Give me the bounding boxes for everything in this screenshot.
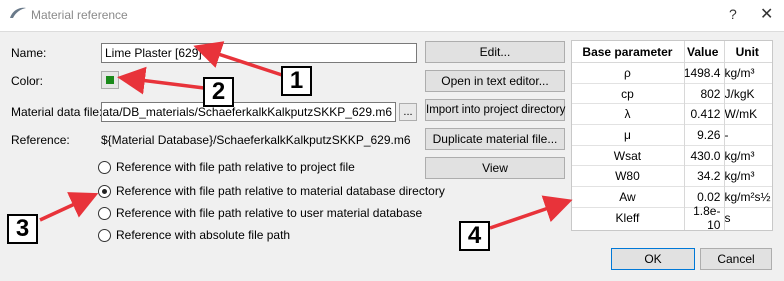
param-unit: kg/m³ bbox=[724, 148, 755, 163]
param-name: Aw bbox=[619, 189, 636, 204]
param-value: 1498.4 bbox=[683, 65, 721, 80]
column-divider bbox=[684, 41, 685, 230]
annotation-marker-3: 3 bbox=[7, 214, 38, 244]
duplicate-material-button[interactable]: Duplicate material file... bbox=[425, 128, 565, 150]
reference-value: ${Material Database}/SchaeferkalkKalkput… bbox=[101, 133, 411, 147]
param-value: 0.412 bbox=[690, 107, 721, 122]
table-row: μ 9.26 - bbox=[572, 125, 772, 146]
param-name: ρ bbox=[624, 65, 631, 80]
help-button[interactable]: ? bbox=[729, 6, 737, 22]
param-name: μ bbox=[623, 127, 631, 142]
radio-label: Reference with file path relative to mat… bbox=[116, 184, 445, 198]
radio-indicator bbox=[98, 160, 111, 174]
browse-button[interactable]: ... bbox=[399, 103, 417, 121]
param-value: 1.8e-10 bbox=[693, 204, 721, 233]
param-unit: J/kgK bbox=[724, 86, 755, 101]
radio-relative-project[interactable]: Reference with file path relative to pro… bbox=[98, 160, 355, 174]
material-data-file-value: n6_git/data/DB_materials/SchaeferkalkKal… bbox=[102, 105, 392, 119]
param-unit: kg/m³ bbox=[724, 65, 755, 80]
ok-button[interactable]: OK bbox=[611, 248, 695, 270]
table-row: Kleff 1.8e-10 s bbox=[572, 204, 772, 232]
cancel-button[interactable]: Cancel bbox=[700, 248, 772, 270]
radio-absolute-path[interactable]: Reference with absolute file path bbox=[98, 228, 290, 242]
name-input[interactable]: Lime Plaster [629] bbox=[101, 43, 417, 63]
param-unit: kg/m²s½ bbox=[724, 189, 771, 204]
param-unit: kg/m³ bbox=[724, 169, 755, 184]
param-name: λ bbox=[624, 107, 631, 122]
param-value: 0.02 bbox=[697, 189, 721, 204]
header-unit: Unit bbox=[735, 44, 759, 59]
table-row: cp 802 J/kgK bbox=[572, 84, 772, 105]
radio-label: Reference with absolute file path bbox=[116, 228, 291, 242]
param-name: W80 bbox=[615, 169, 640, 184]
annotation-marker-4: 4 bbox=[459, 221, 490, 251]
param-value: 9.26 bbox=[697, 127, 721, 142]
color-picker-button[interactable] bbox=[101, 71, 119, 89]
annotation-marker-1: 1 bbox=[281, 66, 312, 96]
color-swatch bbox=[106, 76, 114, 84]
param-value: 34.2 bbox=[697, 169, 721, 184]
header-value: Value bbox=[687, 44, 719, 59]
reference-label: Reference: bbox=[11, 133, 70, 147]
view-button[interactable]: View bbox=[425, 157, 565, 179]
param-unit: - bbox=[724, 127, 729, 142]
radio-label: Reference with file path relative to pro… bbox=[116, 160, 355, 174]
color-label: Color: bbox=[11, 74, 44, 88]
table-row: λ 0.412 W/mK bbox=[572, 104, 772, 126]
param-value: 430.0 bbox=[690, 148, 721, 163]
param-unit: s bbox=[724, 211, 731, 226]
radio-label: Reference with file path relative to use… bbox=[116, 206, 423, 220]
radio-relative-user-db[interactable]: Reference with file path relative to use… bbox=[98, 206, 422, 220]
open-text-editor-button[interactable]: Open in text editor... bbox=[425, 70, 565, 92]
edit-button[interactable]: Edit... bbox=[425, 41, 565, 63]
radio-indicator bbox=[98, 228, 111, 242]
material-data-file-input[interactable]: n6_git/data/DB_materials/SchaeferkalkKal… bbox=[101, 102, 396, 122]
radio-indicator bbox=[98, 206, 111, 220]
annotation-marker-2: 2 bbox=[203, 77, 234, 107]
header-base-parameter: Base parameter bbox=[582, 44, 673, 59]
material-data-file-label: Material data file: bbox=[11, 105, 103, 119]
param-name: Wsat bbox=[613, 148, 642, 163]
name-label: Name: bbox=[11, 46, 47, 60]
param-name: Kleff bbox=[615, 211, 640, 226]
window-title: Material reference bbox=[31, 8, 128, 22]
table-row: Aw 0.02 kg/m²s½ bbox=[572, 187, 772, 208]
param-unit: W/mK bbox=[724, 107, 758, 122]
close-button[interactable]: ✕ bbox=[760, 4, 773, 24]
table-row: ρ 1498.4 kg/m³ bbox=[572, 63, 772, 84]
table-header: Base parameter Value Unit bbox=[572, 41, 772, 63]
table-row: Wsat 430.0 kg/m³ bbox=[572, 146, 772, 167]
table-row: W80 34.2 kg/m³ bbox=[572, 166, 772, 188]
radio-relative-material-db[interactable]: Reference with file path relative to mat… bbox=[98, 184, 445, 198]
column-divider bbox=[724, 41, 725, 230]
param-name: cp bbox=[621, 86, 634, 101]
base-parameter-table: Base parameter Value Unit ρ 1498.4 kg/m³… bbox=[571, 40, 773, 232]
radio-indicator bbox=[98, 184, 111, 198]
import-project-button[interactable]: Import into project directory bbox=[425, 99, 565, 121]
app-logo-icon bbox=[10, 7, 26, 18]
title-bar: Material reference ? ✕ bbox=[0, 0, 784, 31]
param-value: 802 bbox=[700, 86, 721, 101]
